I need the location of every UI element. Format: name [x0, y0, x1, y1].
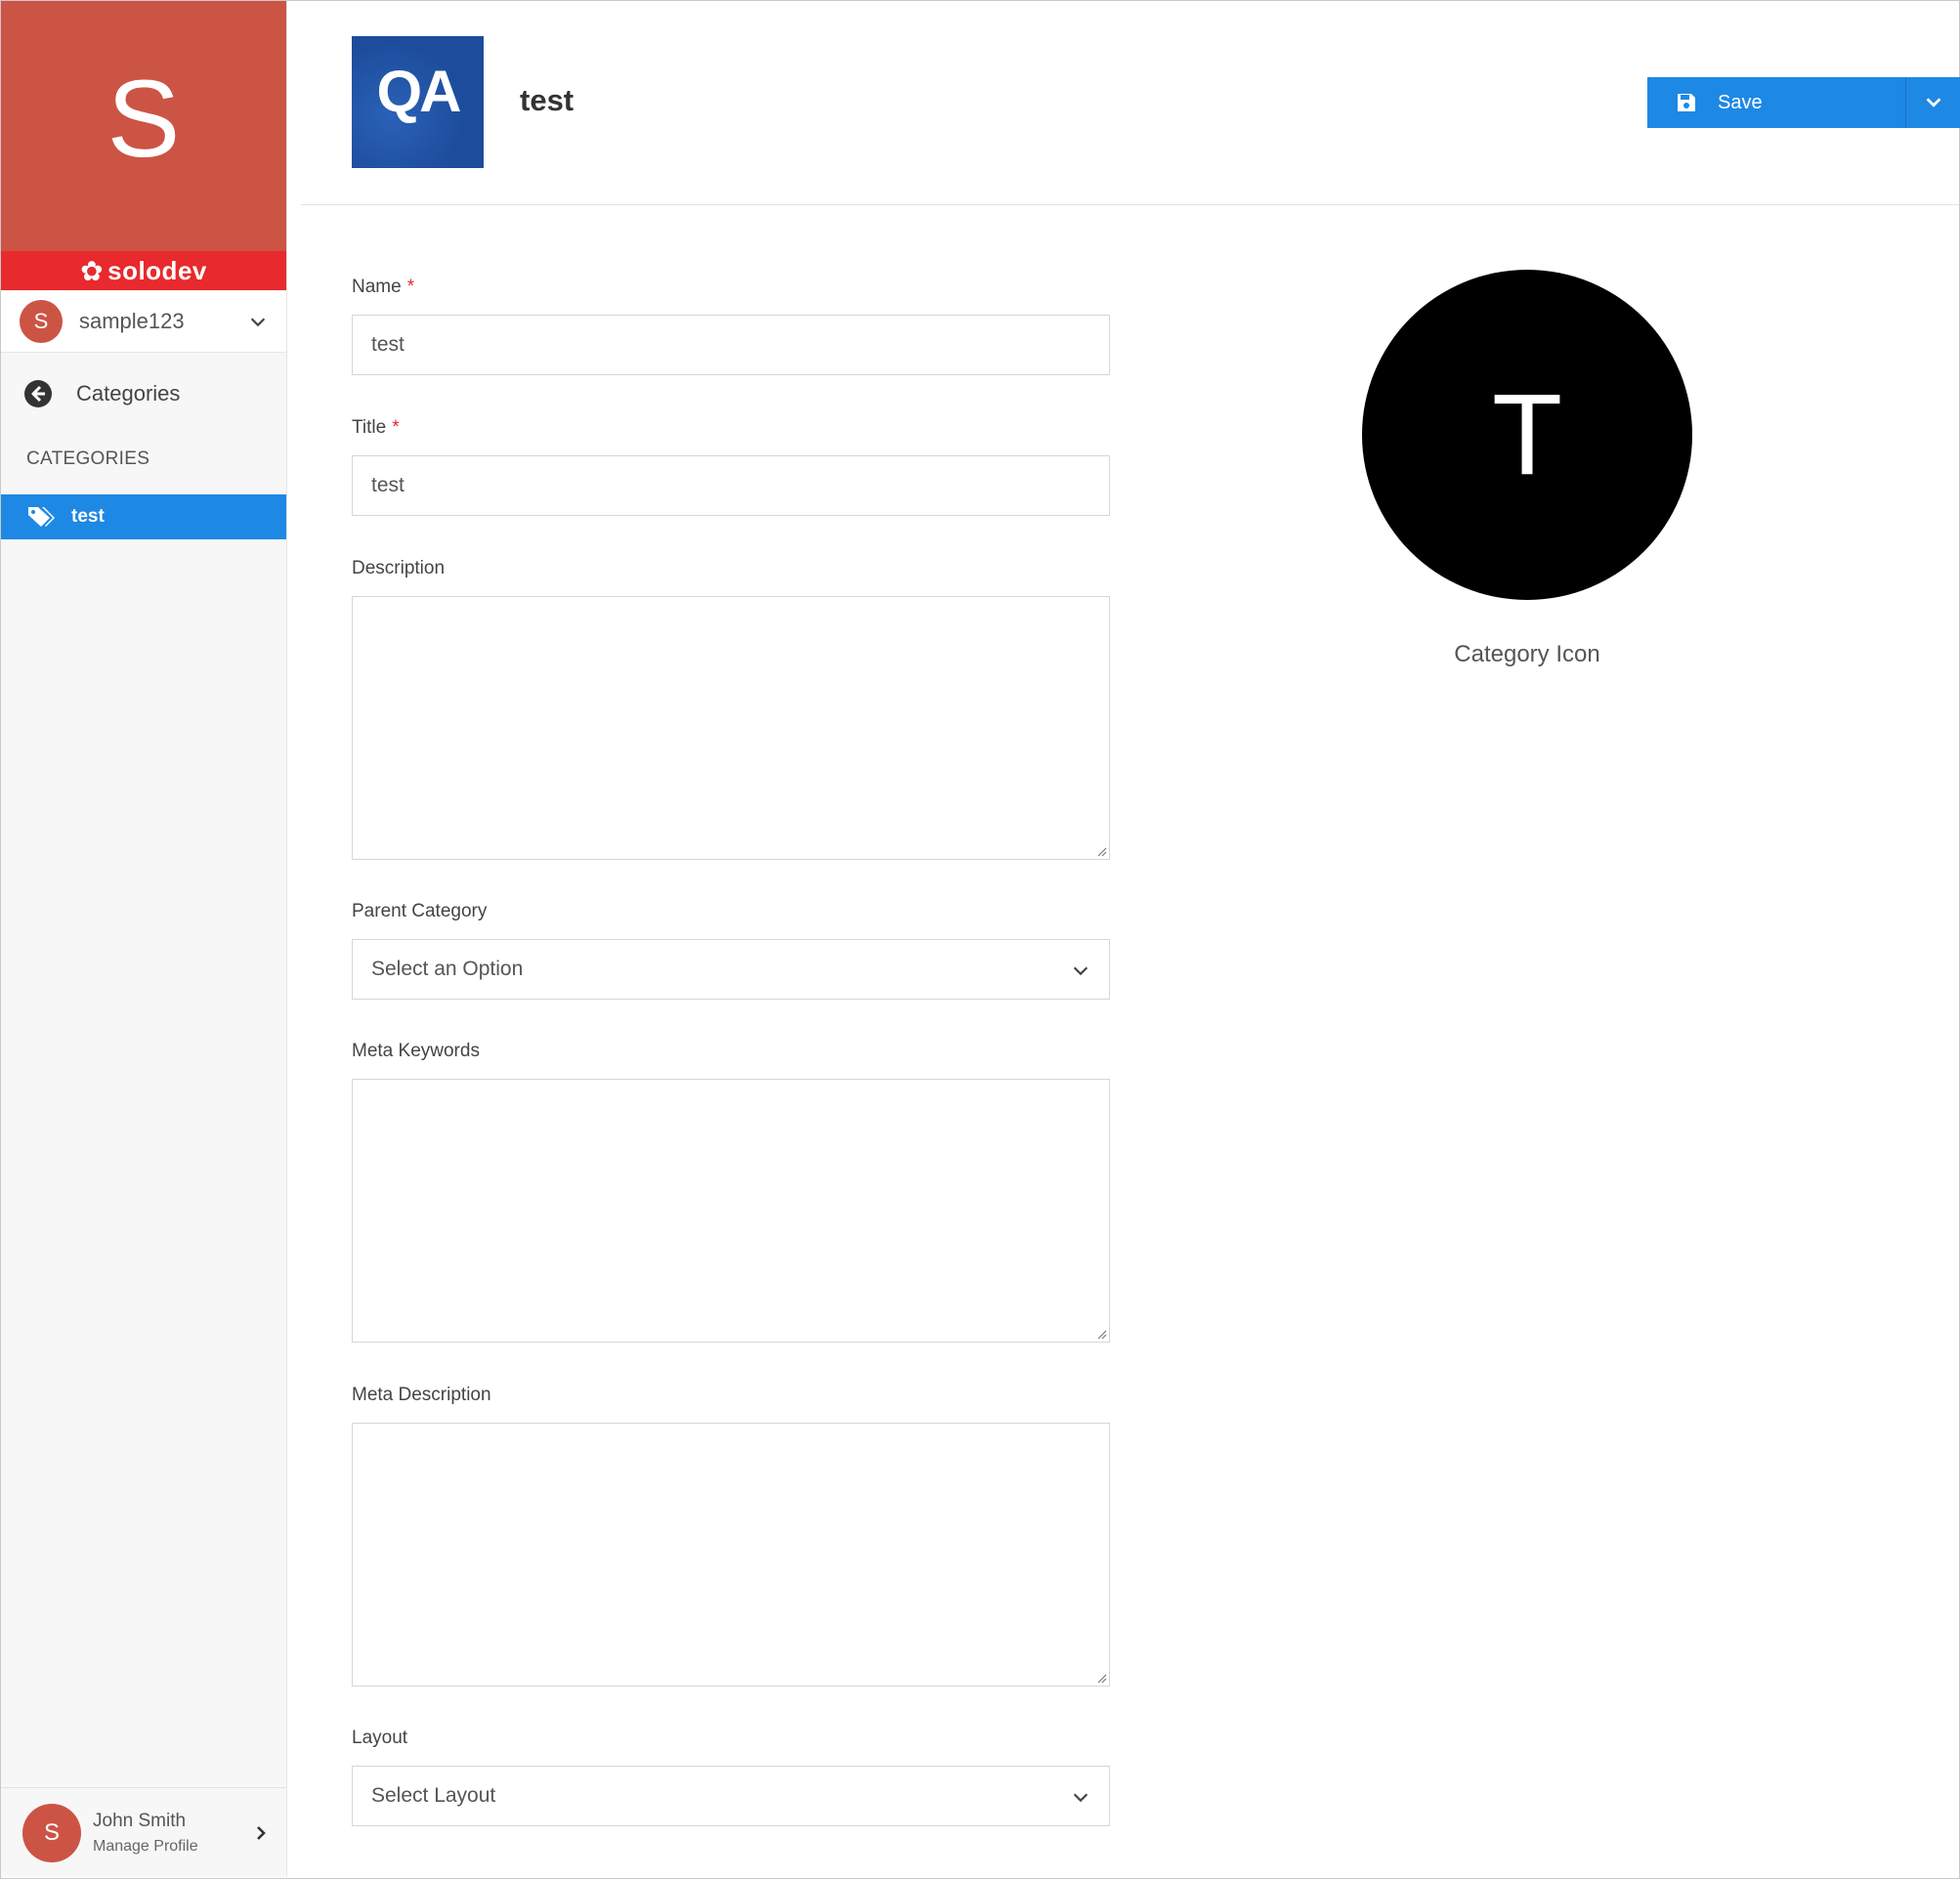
title-label-text: Title [352, 417, 387, 438]
description-textarea[interactable] [352, 596, 1110, 860]
sidebar: S ✿ solodev S sample123 Categories CATEG… [1, 1, 287, 1877]
meta-keywords-textarea[interactable] [352, 1079, 1110, 1343]
meta-description-label: Meta Description [352, 1385, 491, 1405]
layout-select[interactable]: Select Layout [352, 1766, 1110, 1826]
site-avatar: S [20, 300, 63, 343]
page-title: test [520, 83, 575, 117]
solodev-flower-icon: ✿ [80, 255, 105, 286]
meta-description-textarea[interactable] [352, 1423, 1110, 1687]
parent-category-label: Parent Category [352, 901, 488, 921]
tags-icon [28, 507, 55, 527]
save-options-dropdown[interactable] [1905, 77, 1960, 128]
resize-handle-icon[interactable] [1095, 1328, 1107, 1340]
manage-profile-label: Manage Profile [93, 1838, 198, 1855]
layout-value: Select Layout [371, 1784, 496, 1807]
save-button[interactable]: Save [1647, 77, 1905, 128]
brand-name: solodev [107, 255, 207, 285]
solodev-logo[interactable]: ✿ solodev [1, 251, 286, 290]
sidebar-item-label: test [71, 506, 105, 527]
meta-keywords-label: Meta Keywords [352, 1041, 480, 1061]
chevron-down-icon [1926, 98, 1941, 107]
required-mark: * [392, 417, 400, 438]
name-label: Name * [352, 277, 414, 298]
title-input[interactable]: test [352, 455, 1110, 516]
resize-handle-icon[interactable] [1095, 1672, 1107, 1684]
manage-profile[interactable]: S John Smith Manage Profile [1, 1787, 286, 1878]
save-label: Save [1718, 91, 1763, 113]
title-label: Title * [352, 417, 400, 439]
page-header: QA test Save [301, 1, 1960, 205]
chevron-right-icon [257, 1826, 266, 1840]
chevron-down-icon[interactable] [247, 311, 269, 332]
name-input[interactable]: test [352, 315, 1110, 375]
category-icon-caption: Category Icon [1454, 641, 1600, 667]
brand-letter: S [107, 58, 181, 180]
parent-category-select[interactable]: Select an Option [352, 939, 1110, 1000]
section-heading: CATEGORIES [26, 448, 150, 469]
category-icon-upload[interactable]: T [1362, 270, 1692, 600]
user-name: John Smith [93, 1811, 187, 1831]
logo-text: QA [376, 59, 462, 124]
site-name: sample123 [79, 309, 185, 333]
parent-category-value: Select an Option [371, 958, 524, 980]
save-disk-icon [1678, 94, 1695, 111]
sidebar-item-test[interactable]: test [1, 494, 286, 539]
brand-block: S [1, 1, 286, 251]
arrow-left-circle-icon [24, 380, 52, 407]
layout-label: Layout [352, 1728, 408, 1748]
chevron-down-icon [1073, 966, 1088, 976]
back-link-label: Categories [76, 381, 181, 406]
site-switcher[interactable]: S sample123 [1, 291, 286, 353]
required-mark: * [406, 277, 415, 297]
user-avatar: S [22, 1804, 81, 1862]
category-icon-letter: T [1491, 370, 1563, 499]
save-button-group: Save [1647, 77, 1960, 128]
name-label-text: Name [352, 277, 402, 297]
site-logo: QA [352, 36, 484, 168]
back-to-categories-link[interactable]: Categories [1, 372, 286, 415]
resize-handle-icon[interactable] [1095, 845, 1107, 857]
description-label: Description [352, 558, 446, 578]
chevron-down-icon [1073, 1793, 1088, 1803]
